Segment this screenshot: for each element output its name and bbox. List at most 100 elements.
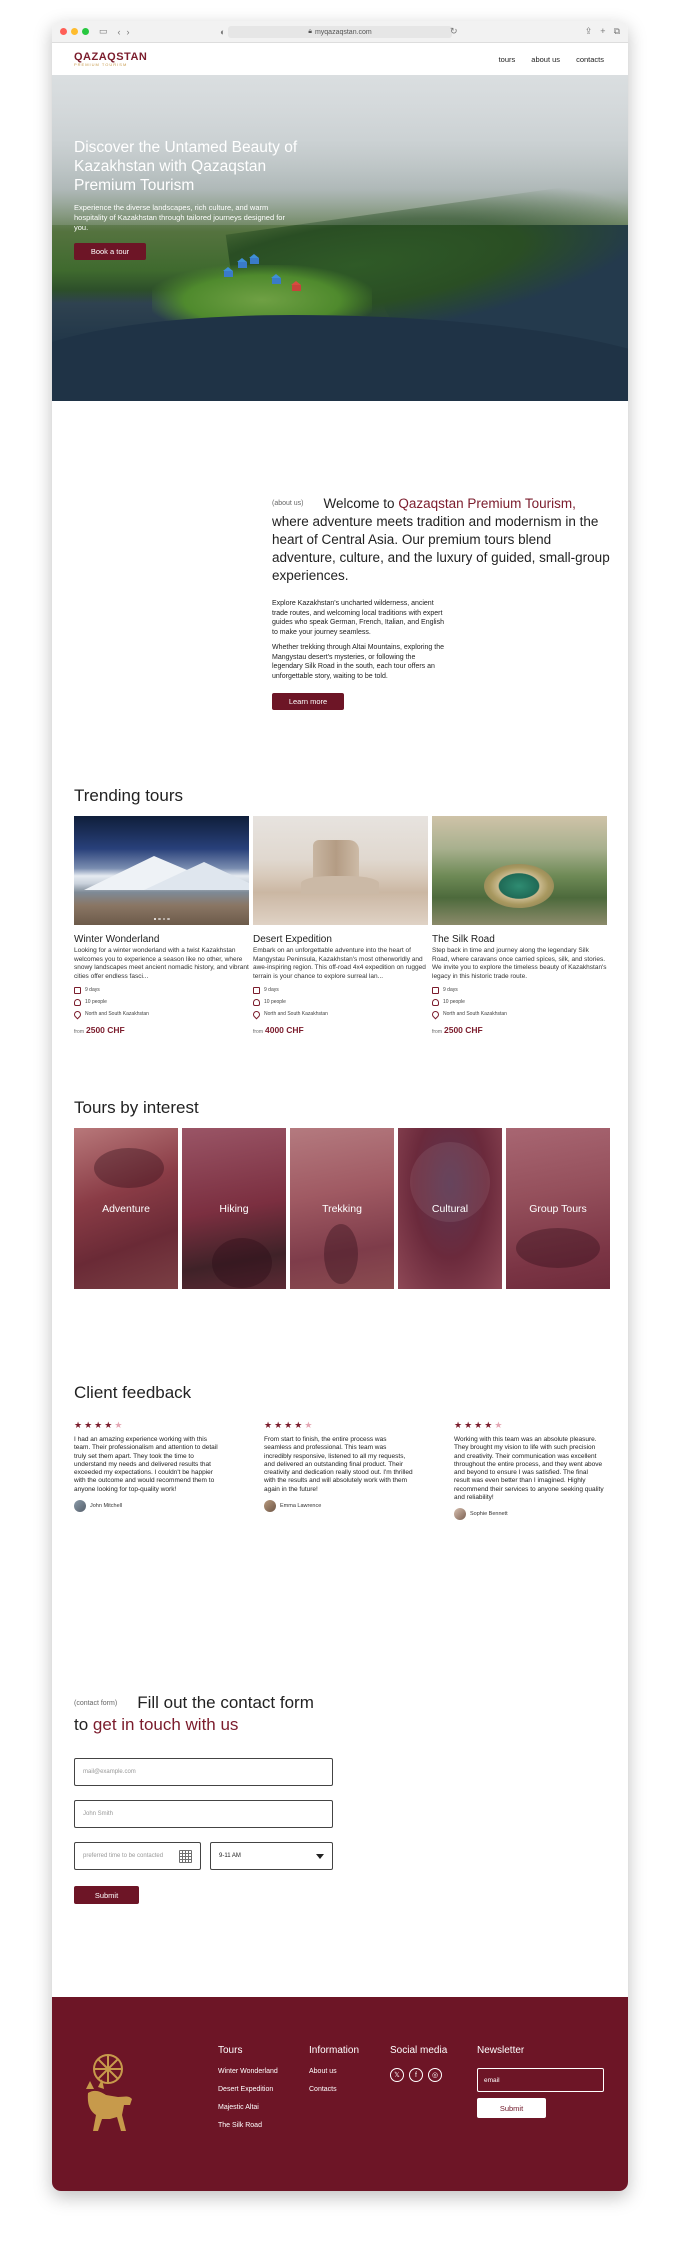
- newsletter-email-input[interactable]: email: [477, 2068, 604, 2092]
- footer-newsletter: Newsletter email Submit: [477, 2045, 604, 2118]
- carousel-dot[interactable]: [162, 917, 165, 920]
- address-bar[interactable]: 🔒︎ myqazaqstan.com: [228, 26, 452, 38]
- star-icon: ★: [84, 1420, 93, 1430]
- avatar: [454, 1508, 466, 1521]
- people-icon: [253, 998, 260, 1006]
- nav-contacts[interactable]: contacts: [576, 55, 604, 64]
- tour-name[interactable]: Winter Wonderland: [74, 934, 249, 945]
- address-text: myqazaqstan.com: [314, 28, 372, 36]
- tour-name[interactable]: The Silk Road: [432, 934, 607, 945]
- silk-road-dome: [484, 864, 554, 908]
- review-text: From start to finish, the entire process…: [264, 1436, 413, 1493]
- tour-card[interactable]: Winter Wonderland Looking for a winter w…: [72, 816, 249, 1035]
- footer-link-silk-road[interactable]: The Silk Road: [218, 2122, 278, 2129]
- name-field[interactable]: John Smith: [74, 1800, 333, 1828]
- carousel-dot[interactable]: [167, 917, 170, 920]
- review-text: Working with this team was an absolute p…: [454, 1436, 604, 1502]
- price-value: 4000 CHF: [265, 1025, 304, 1035]
- minimize-window-button[interactable]: [71, 28, 78, 35]
- tour-region-text: North and South Kazakhstan: [264, 1011, 328, 1017]
- tour-duration-text: 9 days: [443, 987, 458, 993]
- footer-link-contacts[interactable]: Contacts: [309, 2086, 359, 2093]
- hero-house: [237, 258, 247, 268]
- tour-card[interactable]: Desert Expedition Embark on an unforgett…: [251, 816, 428, 1035]
- site-header: QAZAQSTAN PREMIUM TOURISM tours about us…: [52, 43, 628, 75]
- tour-region-text: North and South Kazakhstan: [85, 1011, 149, 1017]
- calendar-icon: [432, 986, 439, 994]
- footer-tours-title: Tours: [218, 2045, 243, 2056]
- mountain-peak: [144, 862, 249, 890]
- review-text: I had an amazing experience working with…: [74, 1436, 218, 1493]
- x-icon[interactable]: 𝕏: [390, 2068, 404, 2082]
- tour-name[interactable]: Desert Expedition: [253, 934, 428, 945]
- email-placeholder: mail@example.com: [83, 1769, 136, 1775]
- learn-more-button[interactable]: Learn more: [272, 693, 344, 711]
- star-icon: ★: [284, 1420, 293, 1430]
- browser-toolbar: ▭ ‹ › ◐ 🔒︎ myqazaqstan.com ↻ ⇪ + ⧉: [52, 21, 628, 43]
- chevron-down-icon: [316, 1853, 324, 1859]
- tab-overview-icon[interactable]: ⧉: [614, 26, 620, 37]
- preferred-time-field[interactable]: preferred time to be contacted: [74, 1842, 201, 1870]
- tour-group-text: 10 people: [264, 999, 286, 1005]
- back-arrow-icon[interactable]: ‹: [118, 27, 121, 37]
- footer-link-about-us[interactable]: About us: [309, 2068, 359, 2075]
- facebook-icon[interactable]: f: [409, 2068, 423, 2082]
- footer-link-majestic-altai[interactable]: Majestic Altai: [218, 2104, 278, 2111]
- tour-description: Embark on an unforgettable adventure int…: [253, 947, 426, 980]
- tour-duration-text: 9 days: [85, 987, 100, 993]
- interest-card-group-tours[interactable]: Group Tours: [506, 1128, 610, 1289]
- carousel-dot[interactable]: [153, 917, 156, 920]
- footer-link-desert-expedition[interactable]: Desert Expedition: [218, 2086, 278, 2093]
- share-icon[interactable]: ⇪: [585, 26, 593, 37]
- window-controls: [60, 28, 89, 35]
- price-value: 2500 CHF: [444, 1025, 483, 1035]
- contact-title: (contact form) Fill out the contact form t…: [74, 1692, 314, 1735]
- location-pin-icon: [251, 1009, 262, 1019]
- interest-card-adventure[interactable]: Adventure: [74, 1128, 178, 1289]
- sidebar-toggle-icon[interactable]: ▭: [99, 26, 108, 37]
- about-tag: (about us): [272, 500, 304, 508]
- star-empty-icon: ★: [494, 1420, 503, 1430]
- interest-card-cultural[interactable]: Cultural: [398, 1128, 502, 1289]
- book-tour-button[interactable]: Book a tour: [74, 243, 146, 260]
- browser-actions: ⇪ + ⧉: [585, 26, 620, 37]
- tour-image[interactable]: [253, 816, 428, 925]
- logo-name: QAZAQSTAN: [74, 50, 148, 63]
- tour-image[interactable]: [74, 816, 249, 925]
- tour-card[interactable]: The Silk Road Step back in time and jour…: [430, 816, 607, 1035]
- reviewer: Sophie Bennett: [454, 1508, 604, 1521]
- close-window-button[interactable]: [60, 28, 67, 35]
- forward-arrow-icon[interactable]: ›: [127, 27, 130, 37]
- nav-about-us[interactable]: about us: [531, 55, 560, 64]
- reload-icon[interactable]: ↻: [450, 26, 458, 37]
- carousel-dot[interactable]: [158, 917, 161, 920]
- tour-region: North and South Kazakhstan: [251, 1009, 428, 1019]
- zoom-window-button[interactable]: [82, 28, 89, 35]
- interest-card-hiking[interactable]: Hiking: [182, 1128, 286, 1289]
- calendar-icon[interactable]: [179, 1850, 192, 1863]
- about-lead-brand: Qazaqstan Premium Tourism,: [398, 496, 576, 511]
- interest-label: Adventure: [102, 1202, 150, 1215]
- nav-tours[interactable]: tours: [499, 55, 516, 64]
- about-lead: (about us) Welcome to Qazaqstan Premium T…: [272, 495, 612, 585]
- instagram-icon[interactable]: ◎: [428, 2068, 442, 2082]
- time-slot-select[interactable]: 9-11 AM: [210, 1842, 333, 1870]
- email-field[interactable]: mail@example.com: [74, 1758, 333, 1786]
- tour-region: North and South Kazakhstan: [72, 1009, 249, 1019]
- hero-title: Discover the Untamed Beauty of Kazakhsta…: [74, 139, 298, 194]
- hero-content: Discover the Untamed Beauty of Kazakhsta…: [74, 138, 324, 260]
- interest-card-trekking[interactable]: Trekking: [290, 1128, 394, 1289]
- site-logo[interactable]: QAZAQSTAN PREMIUM TOURISM: [74, 50, 148, 67]
- privacy-shield-icon[interactable]: ◐: [220, 27, 225, 37]
- star-icon: ★: [464, 1420, 473, 1430]
- tour-image[interactable]: [432, 816, 607, 925]
- newsletter-submit-button[interactable]: Submit: [477, 2098, 546, 2118]
- hero-section: Discover the Untamed Beauty of Kazakhsta…: [52, 75, 628, 401]
- tour-price: from 2500 CHF: [432, 1025, 607, 1035]
- about-lead-text: where adventure meets tradition and mode…: [272, 514, 610, 584]
- contact-submit-button[interactable]: Submit: [74, 1886, 139, 1904]
- footer-link-winter-wonderland[interactable]: Winter Wonderland: [218, 2068, 278, 2075]
- calendar-icon: [253, 986, 260, 994]
- about-lead-intro: Welcome to: [323, 496, 399, 511]
- new-tab-icon[interactable]: +: [600, 26, 605, 37]
